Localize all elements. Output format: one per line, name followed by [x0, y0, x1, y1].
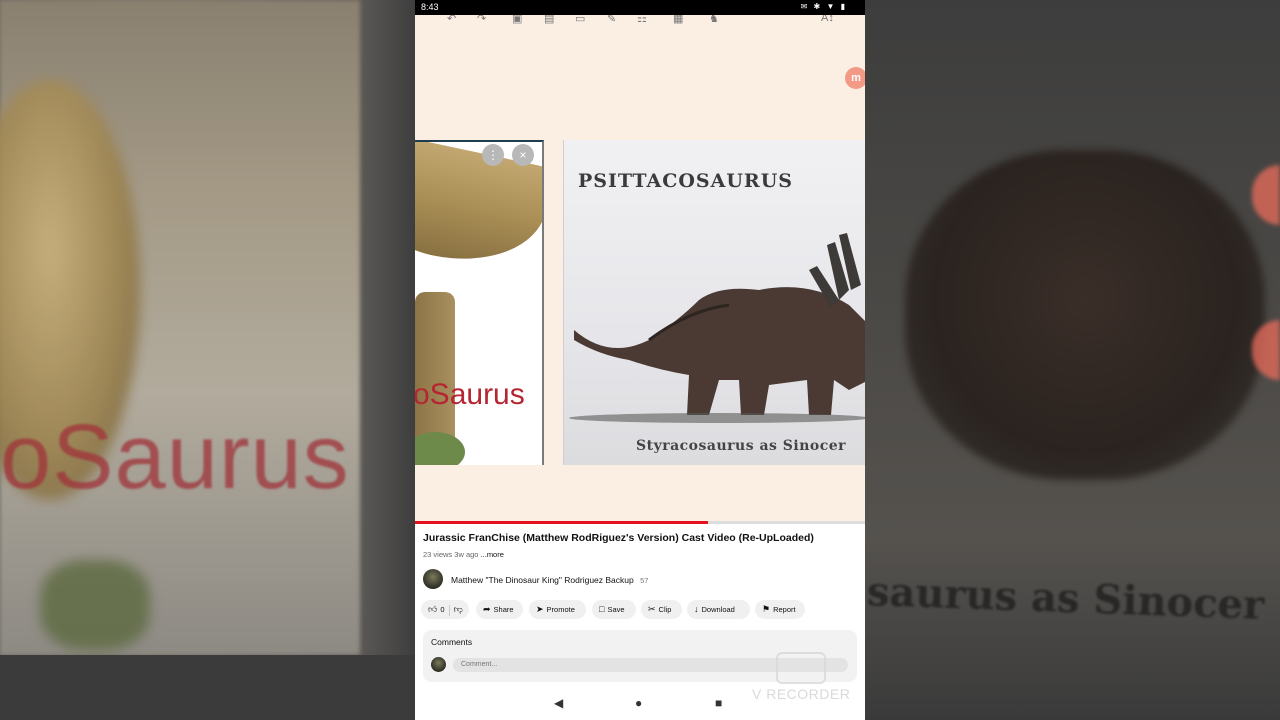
share-button[interactable]: ➦ Share [476, 600, 523, 619]
grass-image [415, 432, 465, 465]
text-size-icon: A↕ [821, 15, 834, 24]
report-button[interactable]: ⚑ Report [755, 600, 805, 619]
promote-button[interactable]: ➤ Promote [529, 600, 586, 619]
channel-name-wrap: Matthew "The Dinosaur King" Rodriguez Ba… [451, 575, 648, 585]
report-label: Report [773, 605, 796, 614]
action-bar: 👍︎ 0 👎︎ ➦ Share ➤ Promote □ Save ✂ Clip ↓ Downl… [421, 600, 861, 619]
channel-name[interactable]: Matthew "The Dinosaur King" Rodriguez Ba… [451, 575, 634, 585]
clip-label: Clip [658, 605, 672, 614]
background-right-text: saurus as Sinocer [866, 568, 1265, 629]
flag-icon: ⚑ [762, 604, 771, 614]
promote-label: Promote [546, 605, 575, 614]
video-meta: 23 views 3w ago ...more [423, 550, 504, 559]
download-button[interactable]: ↓ Download [687, 600, 750, 619]
download-label: Download [701, 605, 735, 614]
background-left: oSaurus [0, 0, 415, 720]
download-icon: ↓ [694, 604, 699, 614]
shape-icon: ▭ [575, 15, 586, 25]
card-menu-button[interactable]: ⋮ [482, 144, 504, 166]
columns-icon: ☷ [637, 15, 647, 25]
share-icon: ➦ [483, 604, 491, 614]
save-button[interactable]: □ Save [592, 600, 636, 619]
background-left-text: oSaurus [0, 406, 350, 508]
thumbs-up-icon[interactable]: 👍︎ [428, 604, 437, 614]
channel-avatar[interactable] [423, 569, 443, 589]
background-left-bottom [0, 655, 415, 720]
status-bar: 8:43 ✉ ✱ ▼ ▮ [415, 0, 865, 15]
phone-screen: 8:43 ✉ ✱ ▼ ▮ ↶ ↷ ▣ ▤ ▭ ✎ ☷ ▦ ♞ A↕ m oSau… [415, 0, 865, 720]
back-button[interactable]: ◀ [554, 696, 563, 710]
user-avatar [431, 657, 446, 672]
card-caption: Styracosaurus as Sinocer [636, 438, 847, 454]
video-player[interactable]: ↶ ↷ ▣ ▤ ▭ ✎ ☷ ▦ ♞ A↕ m oSaurus ⋮ × PSITT… [415, 15, 865, 523]
scan-icon: ▣ [512, 15, 523, 25]
status-icons: ✉ ✱ ▼ ▮ [800, 2, 847, 11]
channel-row[interactable]: Matthew "The Dinosaur King" Rodriguez Ba… [423, 569, 853, 591]
save-label: Save [607, 605, 625, 614]
background-pin-shape [1252, 165, 1280, 225]
view-count: 23 views [423, 550, 453, 559]
redo-icon: ↷ [477, 15, 487, 25]
comments-header: Comments [431, 637, 473, 647]
undo-icon: ↶ [447, 15, 457, 25]
dinosaur-card-right: PSITTACOSAURUS Styracosaurus as Sinocer [563, 140, 865, 465]
floating-action-button[interactable]: m [845, 67, 865, 89]
scissors-icon: ✂ [648, 604, 656, 614]
recents-button[interactable]: ■ [715, 696, 722, 710]
share-label: Share [493, 605, 514, 614]
thumbs-down-icon[interactable]: 👎︎ [454, 604, 463, 614]
document-toolbar: ↶ ↷ ▣ ▤ ▭ ✎ ☷ ▦ ♞ A↕ [415, 15, 865, 33]
background-grass [40, 560, 150, 650]
bookmark-icon: □ [599, 604, 605, 614]
table-icon: ▦ [673, 15, 684, 25]
home-button[interactable]: ● [635, 696, 642, 710]
promote-icon: ➤ [536, 604, 544, 614]
divider [448, 604, 450, 616]
upload-age: 3w ago [454, 550, 479, 559]
like-dislike-button[interactable]: 👍︎ 0 👎︎ [421, 600, 469, 619]
card-title: PSITTACOSAURUS [578, 170, 793, 192]
video-title[interactable]: Jurassic FranChise (Matthew RodRiguez's … [423, 532, 814, 544]
dinosaur-card-left: oSaurus ⋮ × [415, 140, 544, 465]
styracosaurus-image [569, 233, 865, 423]
more-link[interactable]: ...more [481, 550, 504, 559]
pen-icon: ✎ [607, 15, 617, 25]
status-time: 8:43 [421, 2, 439, 12]
video-camera-icon [776, 652, 826, 684]
subscriber-count: 57 [640, 576, 649, 585]
background-dinosaur-body [905, 150, 1265, 480]
dinosaur-name-label: oSaurus [415, 378, 525, 411]
clip-button[interactable]: ✂ Clip [641, 600, 682, 619]
watermark-text: V RECORDER [752, 686, 851, 702]
stamp-icon: ♞ [709, 15, 719, 25]
card-close-button[interactable]: × [512, 144, 534, 166]
background-right: saurus as Sinocer [865, 0, 1280, 720]
like-count: 0 [440, 605, 445, 614]
image-icon: ▤ [544, 15, 555, 25]
